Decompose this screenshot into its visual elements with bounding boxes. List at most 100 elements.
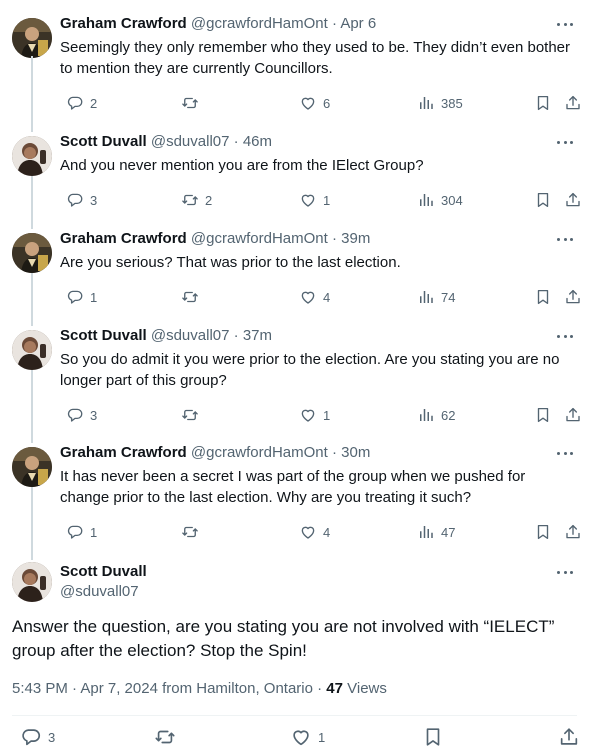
more-dots-icon[interactable] (555, 231, 575, 247)
more-dots-icon[interactable] (555, 445, 575, 461)
reply-count: 3 (48, 729, 56, 745)
thread-connector (31, 56, 33, 132)
repost-button[interactable] (175, 93, 199, 113)
views-chart-icon (417, 94, 435, 112)
views-button[interactable]: 74 (411, 287, 455, 307)
author-handle[interactable]: @sduvall07 (151, 327, 230, 344)
bookmark-button[interactable] (528, 522, 552, 542)
views-chart-icon (417, 406, 435, 424)
separator-dot: · (327, 444, 342, 461)
more-dots-icon[interactable] (555, 16, 575, 32)
like-button[interactable]: 1 (293, 190, 330, 210)
repost-button[interactable]: 2 (175, 190, 212, 210)
avatar[interactable] (12, 562, 52, 602)
author-name[interactable]: Graham Crawford (60, 444, 187, 461)
avatar[interactable] (12, 233, 52, 273)
reply-button[interactable]: 3 (60, 190, 97, 210)
reply-button[interactable]: 2 (60, 93, 97, 113)
author-handle[interactable]: @sduvall07 (151, 133, 230, 150)
share-button[interactable] (558, 405, 582, 425)
bookmark-button[interactable] (416, 727, 444, 747)
views-chart-icon (417, 288, 435, 306)
bookmark-icon (534, 288, 552, 306)
repost-button[interactable] (175, 522, 199, 542)
views-button[interactable]: 62 (411, 405, 455, 425)
author-handle[interactable]: @gcrawfordHamOnt (191, 444, 328, 461)
author-handle[interactable]: @gcrawfordHamOnt (191, 230, 328, 247)
avatar[interactable] (12, 18, 52, 58)
repost-button[interactable] (148, 727, 176, 747)
views-button[interactable]: 304 (411, 190, 463, 210)
bookmark-icon (422, 726, 444, 748)
heart-icon (290, 726, 312, 748)
timestamp[interactable]: 39m (341, 230, 370, 247)
timestamp[interactable]: Apr 6 (340, 15, 376, 32)
tweet-header: Scott Duvall @sduvall07 · 37m (60, 326, 272, 346)
like-button[interactable]: 4 (293, 522, 330, 542)
repost-icon (181, 406, 199, 424)
heart-icon (299, 94, 317, 112)
share-button[interactable] (558, 522, 582, 542)
avatar[interactable] (12, 330, 52, 370)
reply-button[interactable]: 3 (60, 405, 97, 425)
views-button[interactable]: 385 (411, 93, 463, 113)
divider (12, 715, 577, 716)
tweet-text: And you never mention you are from the I… (60, 157, 424, 174)
timestamp[interactable]: 30m (341, 444, 370, 461)
like-button[interactable]: 6 (293, 93, 330, 113)
share-button[interactable] (558, 287, 582, 307)
bookmark-button[interactable] (528, 93, 552, 113)
heart-icon (299, 191, 317, 209)
share-button[interactable] (558, 190, 582, 210)
reply-button[interactable]: 1 (60, 287, 97, 307)
more-dots-icon[interactable] (555, 564, 575, 580)
views-count: 62 (441, 407, 456, 423)
author-name[interactable]: Scott Duvall (60, 327, 147, 344)
tweet-text: Are you serious? That was prior to the l… (60, 254, 401, 271)
reply-count: 3 (90, 192, 98, 208)
views-count: 74 (441, 289, 456, 305)
reply-icon (66, 94, 84, 112)
repost-icon (154, 726, 176, 748)
bookmark-button[interactable] (528, 287, 552, 307)
author-name[interactable]: Graham Crawford (60, 230, 187, 247)
reply-icon (66, 191, 84, 209)
share-icon (564, 191, 582, 209)
avatar[interactable] (12, 447, 52, 487)
separator-dot: · (327, 15, 341, 32)
timestamp[interactable]: 46m (243, 133, 272, 150)
views-button[interactable]: 47 (411, 522, 455, 542)
author-name[interactable]: Graham Crawford (60, 15, 187, 32)
like-button[interactable]: 1 (284, 727, 325, 747)
reply-button[interactable]: 3 (14, 727, 55, 747)
more-dots-icon[interactable] (555, 134, 575, 150)
repost-button[interactable] (175, 287, 199, 307)
share-button[interactable] (558, 93, 582, 113)
reply-button[interactable]: 1 (60, 522, 97, 542)
timestamp[interactable]: 37m (243, 327, 272, 344)
action-bar: 3 1 62 (60, 405, 580, 425)
tweet-meta: 5:43 PM · Apr 7, 2024 from Hamilton, Ont… (12, 679, 387, 699)
share-icon (564, 288, 582, 306)
share-button[interactable] (552, 727, 580, 747)
share-icon (564, 406, 582, 424)
bookmark-button[interactable] (528, 190, 552, 210)
tweet-timestamp[interactable]: 5:43 PM · Apr 7, 2024 from Hamilton, Ont… (12, 680, 326, 697)
author-name[interactable]: Scott Duvall (60, 562, 147, 582)
thread-connector (31, 273, 33, 326)
like-button[interactable]: 1 (293, 405, 330, 425)
more-dots-icon[interactable] (555, 328, 575, 344)
repost-button[interactable] (175, 405, 199, 425)
author-handle[interactable]: @sduvall07 (60, 582, 139, 602)
tweet-header: Scott Duvall @sduvall07 · 46m (60, 132, 272, 152)
avatar[interactable] (12, 136, 52, 176)
author-handle[interactable]: @gcrawfordHamOnt (191, 15, 328, 32)
tweet-text: So you do admit it you were prior to the… (60, 351, 560, 389)
separator-dot: · (327, 230, 342, 247)
like-button[interactable]: 4 (293, 287, 330, 307)
author-name[interactable]: Scott Duvall (60, 133, 147, 150)
reply-icon (66, 523, 84, 541)
heart-icon (299, 523, 317, 541)
bookmark-button[interactable] (528, 405, 552, 425)
like-count: 1 (323, 407, 331, 423)
